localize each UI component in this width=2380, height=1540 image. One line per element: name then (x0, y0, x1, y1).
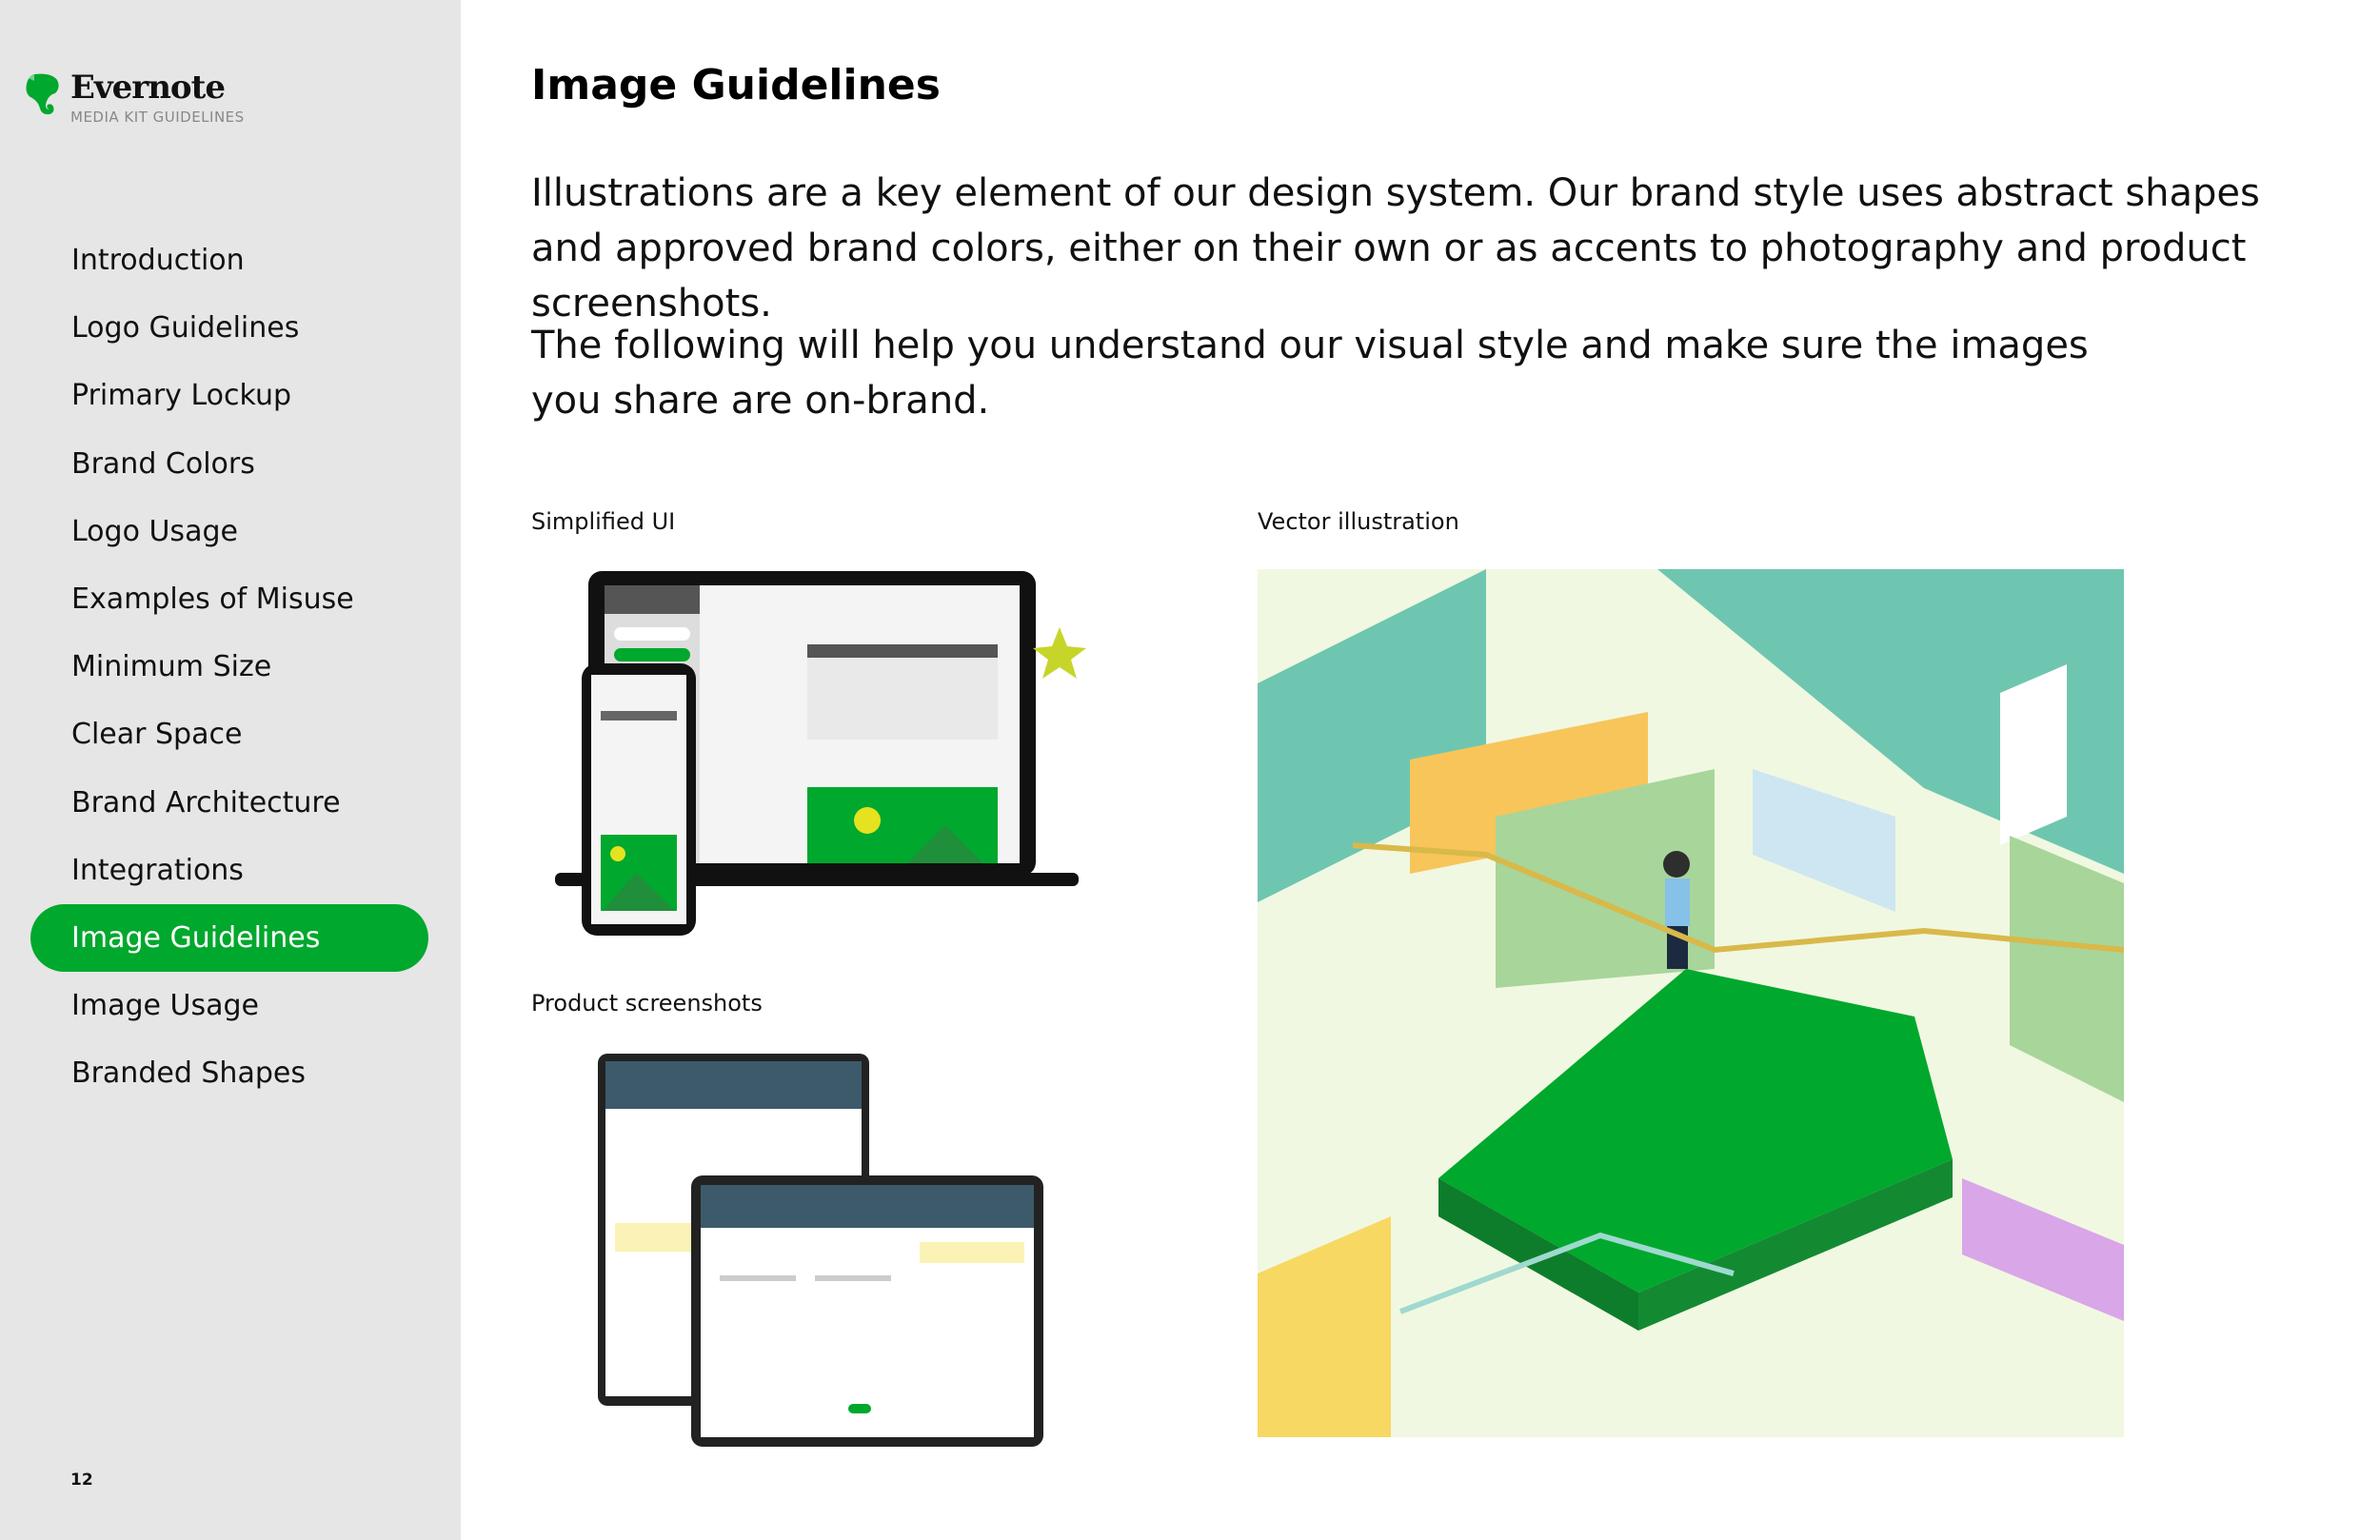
sidebar-item-clear-space[interactable]: Clear Space (30, 701, 428, 768)
product-screenshots-label: Product screenshots (531, 990, 763, 1017)
simplified-ui-label: Simplified UI (531, 508, 676, 535)
page-title: Image Guidelines (531, 61, 941, 109)
sidebar-item-integrations[interactable]: Integrations (30, 837, 428, 904)
evernote-logo[interactable]: Evernote MEDIA KIT GUIDELINES (25, 69, 244, 126)
page-number: 12 (70, 1471, 93, 1490)
sidebar-item-image-usage[interactable]: Image Usage (30, 972, 428, 1039)
sidebar: Evernote MEDIA KIT GUIDELINES Introducti… (0, 0, 461, 1540)
logo-wordmark: Evernote (70, 69, 226, 107)
sidebar-item-branded-shapes[interactable]: Branded Shapes (30, 1039, 428, 1107)
sidebar-item-brand-colors[interactable]: Brand Colors (30, 430, 428, 498)
sidebar-item-logo-guidelines[interactable]: Logo Guidelines (30, 294, 428, 362)
vector-illustration-label: Vector illustration (1258, 508, 1459, 535)
style-paragraph: The following will help you understand o… (531, 324, 2089, 423)
sidebar-item-primary-lockup[interactable]: Primary Lockup (30, 362, 428, 429)
vector-illustration-image (1258, 569, 2124, 1437)
logo-subtitle: MEDIA KIT GUIDELINES (70, 109, 245, 126)
elephant-icon (26, 73, 59, 115)
sidebar-item-minimum-size[interactable]: Minimum Size (30, 633, 428, 701)
sidebar-item-examples-of-misuse[interactable]: Examples of Misuse (30, 565, 428, 633)
product-screenshots-image (598, 1054, 1043, 1447)
sidebar-item-introduction[interactable]: Introduction (30, 227, 428, 294)
intro-paragraph: Illustrations are a key element of our d… (531, 171, 2260, 326)
sidebar-item-logo-usage[interactable]: Logo Usage (30, 498, 428, 565)
sidebar-item-brand-architecture[interactable]: Brand Architecture (30, 769, 428, 837)
sidebar-nav: Introduction Logo Guidelines Primary Loc… (30, 227, 428, 1107)
simplified-ui-image (555, 571, 1086, 936)
sidebar-item-image-guidelines[interactable]: Image Guidelines (30, 903, 428, 973)
